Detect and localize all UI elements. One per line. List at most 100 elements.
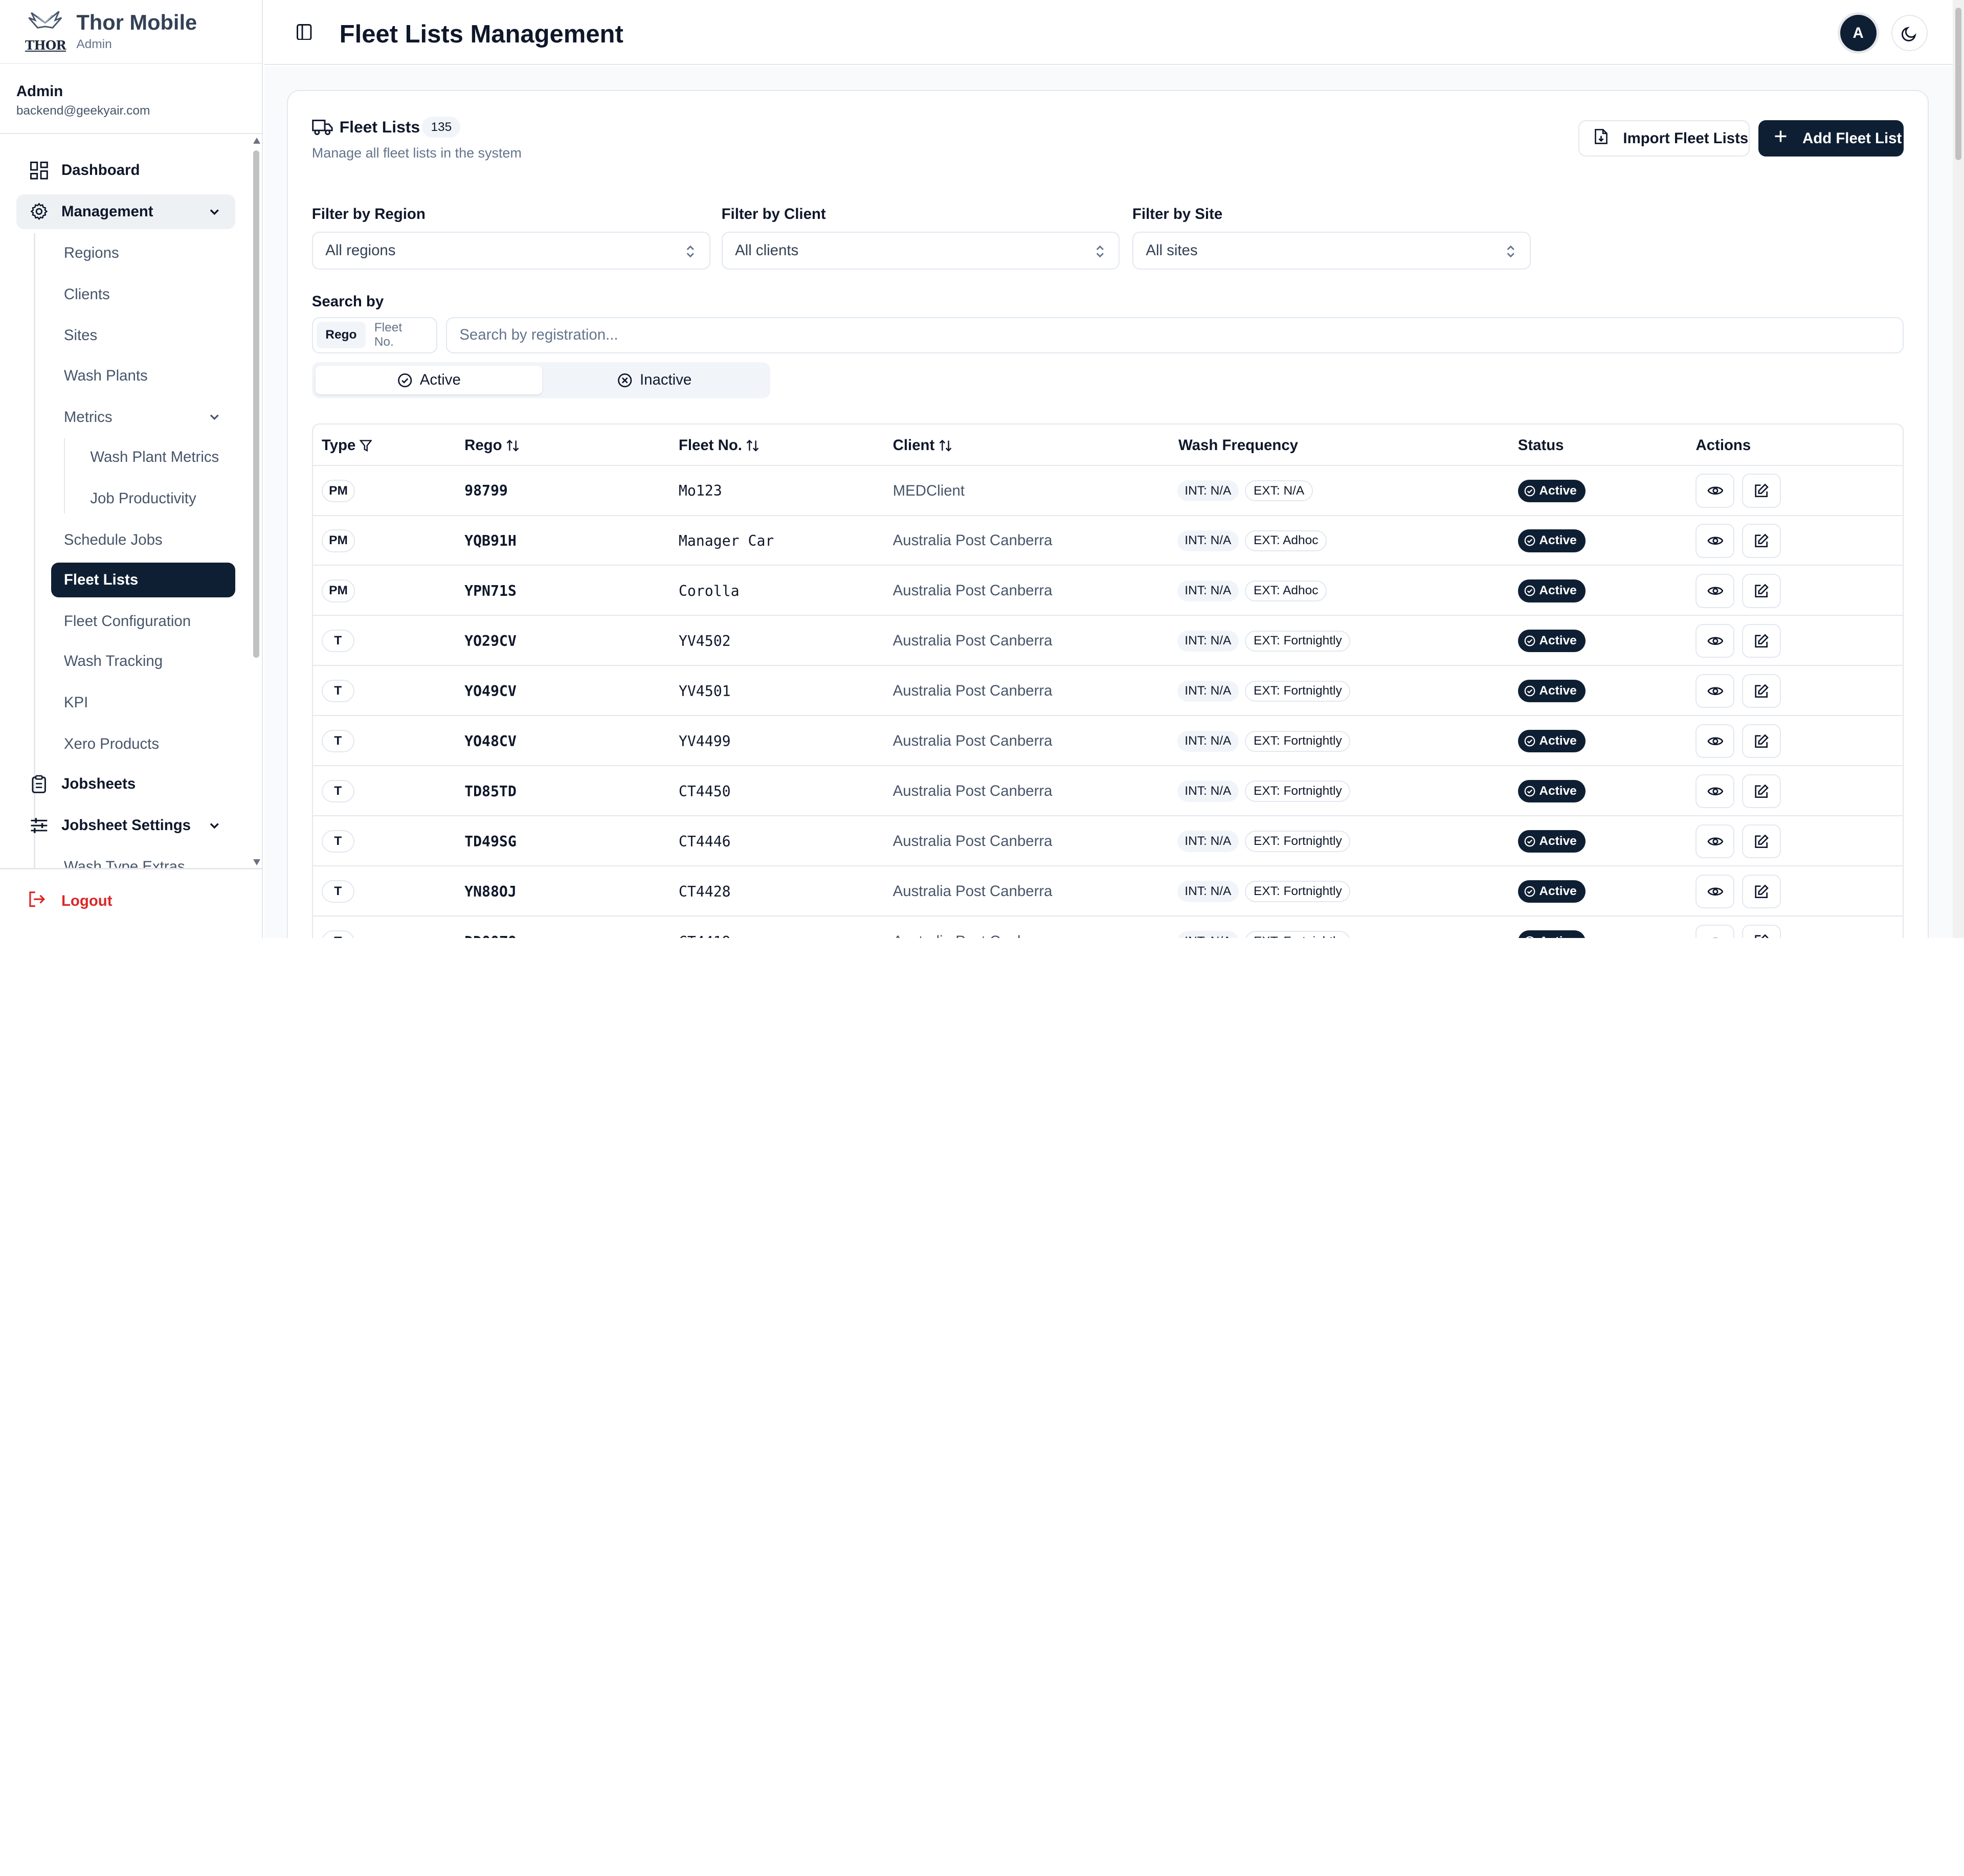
sidebar-item-metrics[interactable]: Metrics <box>51 399 235 435</box>
brand[interactable]: THOR Thor Mobile Admin <box>0 0 262 64</box>
view-button[interactable] <box>1695 925 1735 939</box>
fleet-no-value: CT4450 <box>678 783 731 800</box>
cell-rego: TD49SG <box>464 816 517 866</box>
cell-actions <box>1695 516 1788 566</box>
sidebar-item-label: Sites <box>63 327 98 344</box>
sidebar-item-fleet-lists[interactable]: Fleet Lists <box>51 562 236 598</box>
sidebar-item-fleet-configuration[interactable]: Fleet Configuration <box>51 604 235 639</box>
sidebar-item-job-productivity[interactable]: Job Productivity <box>78 481 196 516</box>
sidebar-item-wash-plants[interactable]: Wash Plants <box>51 358 235 393</box>
column-header-label: Rego <box>464 437 502 454</box>
fleet-no-value: CT4446 <box>678 833 731 850</box>
sidebar-item-wash-plant-metrics[interactable]: Wash Plant Metrics <box>78 440 219 475</box>
view-button[interactable] <box>1695 524 1735 558</box>
cell-actions <box>1695 766 1788 816</box>
edit-button[interactable] <box>1742 824 1781 859</box>
view-button[interactable] <box>1695 774 1735 809</box>
fleet-no-value: YV4499 <box>678 732 731 750</box>
cell-actions <box>1695 816 1788 866</box>
sidebar-item-dashboard[interactable]: Dashboard <box>16 153 236 188</box>
logout-button[interactable]: Logout <box>28 890 112 912</box>
file-import-icon <box>1594 128 1608 149</box>
site-filter-label: Filter by Site <box>1132 205 1223 222</box>
sidebar-item-kpi[interactable]: KPI <box>51 685 235 721</box>
add-fleet-list-button[interactable]: Add Fleet List <box>1758 120 1904 157</box>
view-button[interactable] <box>1695 724 1735 758</box>
edit-button[interactable] <box>1742 875 1781 909</box>
edit-button[interactable] <box>1742 724 1781 758</box>
column-header-rego[interactable]: Rego <box>464 437 520 454</box>
sidebar-item-wash-tracking[interactable]: Wash Tracking <box>51 644 235 679</box>
view-button[interactable] <box>1695 824 1735 859</box>
sidebar-item-management[interactable]: Management <box>16 194 236 230</box>
ext-frequency-badge: EXT: Fortnightly <box>1245 680 1351 702</box>
sidebar-item-wash-type-extras[interactable]: Wash Type Extras <box>51 849 235 868</box>
sidebar-item-jobsheet-settings[interactable]: Jobsheet Settings <box>16 808 236 843</box>
edit-button[interactable] <box>1742 925 1781 939</box>
column-header-fleet-no[interactable]: Fleet No. <box>679 437 760 454</box>
int-frequency-badge: INT: N/A <box>1177 680 1239 702</box>
sidebar-item-jobsheets[interactable]: Jobsheets <box>16 767 236 802</box>
view-button[interactable] <box>1695 674 1735 708</box>
edit-button[interactable] <box>1742 674 1781 708</box>
edit-button[interactable] <box>1742 574 1781 608</box>
search-input[interactable] <box>445 317 1904 353</box>
sidebar-item-xero-products[interactable]: Xero Products <box>51 726 235 762</box>
plus-icon <box>1774 129 1788 147</box>
sidebar-scrollbar[interactable] <box>251 135 263 868</box>
cell-client: Australia Post Canberra <box>893 866 1053 917</box>
page-scrollbar-thumb[interactable] <box>1955 7 1962 161</box>
avatar[interactable]: A <box>1840 15 1877 52</box>
edit-button[interactable] <box>1742 474 1781 508</box>
type-badge: PM <box>321 529 355 552</box>
cell-rego: YPN71S <box>464 566 517 616</box>
import-fleet-lists-button[interactable]: Import Fleet Lists <box>1578 120 1750 157</box>
view-button[interactable] <box>1695 474 1735 508</box>
search-by-label: Search by <box>311 293 384 310</box>
cell-rego: YO29CV <box>464 616 517 666</box>
tab-inactive[interactable]: Inactive <box>541 366 768 394</box>
edit-button[interactable] <box>1742 524 1781 558</box>
edit-button[interactable] <box>1742 624 1781 658</box>
app-root: THOR Thor Mobile Admin Admin backend@gee… <box>0 0 1964 939</box>
sidebar-item-schedule-jobs[interactable]: Schedule Jobs <box>51 522 235 557</box>
status-label: Active <box>1539 734 1577 748</box>
edit-button[interactable] <box>1742 774 1781 809</box>
column-header-type[interactable]: Type <box>322 437 372 454</box>
int-frequency-badge: INT: N/A <box>1177 580 1239 602</box>
cell-wash-frequency: INT: N/A EXT: Fortnightly <box>1177 666 1357 716</box>
edit-icon <box>1755 784 1769 798</box>
search-mode-rego[interactable]: Rego <box>317 322 366 348</box>
sidebar-item-clients[interactable]: Clients <box>51 277 235 312</box>
sidebar-item-regions[interactable]: Regions <box>51 235 235 271</box>
status-badge: Active <box>1517 630 1586 653</box>
sidebar-toggle-icon[interactable] <box>297 24 312 40</box>
search-mode-fleet-no[interactable]: Fleet No. <box>366 321 433 349</box>
theme-toggle-button[interactable] <box>1891 15 1928 52</box>
column-header-wash-frequency: Wash Frequency <box>1178 437 1298 454</box>
column-header-status: Status <box>1518 437 1564 454</box>
sidebar-item-label: Fleet Lists <box>63 571 139 588</box>
scroll-up-icon[interactable] <box>253 138 260 144</box>
cell-type: T <box>321 716 354 766</box>
page-scrollbar[interactable] <box>1952 0 1964 939</box>
view-button[interactable] <box>1695 624 1735 658</box>
view-button[interactable] <box>1695 574 1735 608</box>
sidebar-item-sites[interactable]: Sites <box>51 318 235 353</box>
scrollbar-thumb[interactable] <box>253 150 259 658</box>
region-select[interactable]: All regions <box>311 232 710 270</box>
check-circle-icon <box>1524 636 1535 646</box>
tab-active[interactable]: Active <box>316 366 543 395</box>
check-circle-icon <box>1524 686 1535 697</box>
sidebar-item-label: Management <box>61 203 153 220</box>
check-circle-icon <box>397 373 412 387</box>
filter-icon[interactable] <box>359 439 372 452</box>
scroll-down-icon[interactable] <box>253 859 260 866</box>
client-select[interactable]: All clients <box>721 232 1120 270</box>
column-header-client[interactable]: Client <box>893 437 952 454</box>
cell-status: Active <box>1517 766 1586 816</box>
view-button[interactable] <box>1695 875 1735 909</box>
cell-status: Active <box>1517 666 1586 716</box>
cell-client: Australia Post Canberra <box>893 516 1053 566</box>
site-select[interactable]: All sites <box>1132 232 1531 270</box>
